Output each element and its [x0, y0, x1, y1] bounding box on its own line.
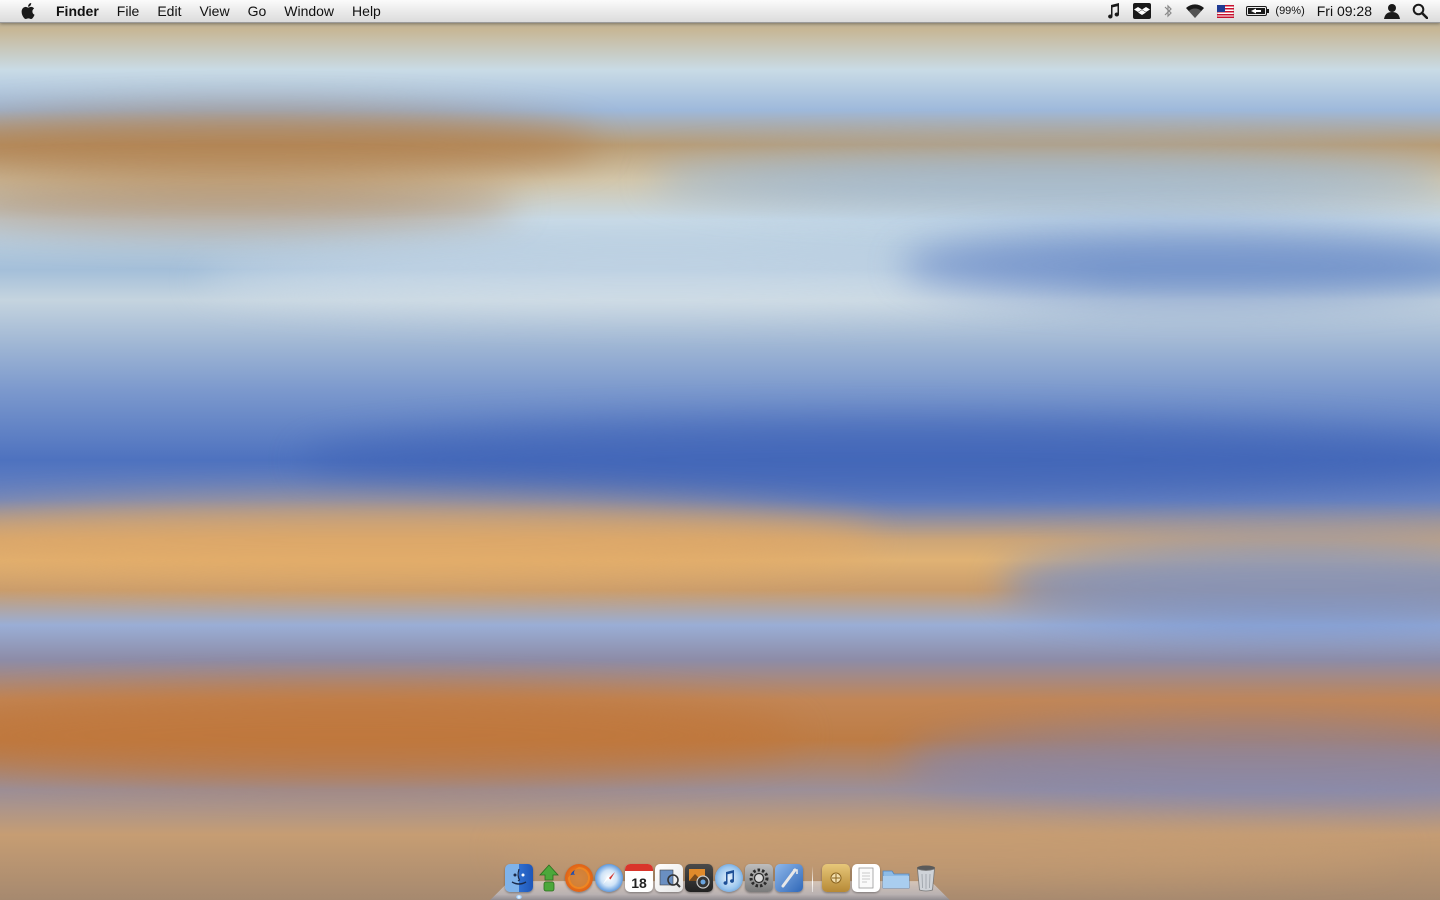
menu-file[interactable]: File	[108, 0, 149, 22]
clock-text: Fri 09:28	[1316, 3, 1372, 19]
ical-header	[625, 864, 653, 871]
menu-bar-left: Finder File Edit View Go Window Help	[0, 0, 390, 22]
bluetooth-icon	[1164, 4, 1173, 18]
trash-icon	[917, 865, 935, 892]
wifi-status-item[interactable]	[1185, 0, 1205, 22]
menu-bar-status: (99%) Fri 09:28	[1101, 0, 1434, 22]
music-note-icon	[1108, 3, 1120, 19]
clock-status-item[interactable]: Fri 09:28	[1317, 0, 1372, 22]
firefox-icon	[568, 867, 590, 889]
menu-view[interactable]: View	[190, 0, 238, 22]
dock-system-preferences[interactable]	[745, 864, 773, 892]
spotlight-status-item[interactable]	[1412, 0, 1428, 22]
xcode-icon	[781, 868, 798, 888]
dock-finder[interactable]	[505, 864, 533, 899]
wallpaper-streak	[0, 180, 520, 230]
wifi-icon	[1186, 3, 1205, 18]
dock-iphoto[interactable]	[685, 864, 713, 892]
bluetooth-status-item[interactable]	[1163, 0, 1173, 22]
wallpaper-streak	[0, 500, 880, 580]
input-source-status-item[interactable]	[1217, 0, 1235, 22]
itunes-status-item[interactable]	[1107, 0, 1121, 22]
dock-transmission[interactable]	[535, 864, 563, 892]
user-icon	[1384, 4, 1400, 19]
dock-preview[interactable]	[655, 864, 683, 892]
menu-help[interactable]: Help	[343, 0, 390, 22]
wallpaper-streak	[900, 720, 1440, 810]
battery-percent: (99%)	[1275, 5, 1305, 17]
wallpaper-streak	[0, 110, 600, 180]
documents-stack-icon	[858, 867, 874, 889]
ical-date: 18	[631, 875, 647, 891]
preview-icon	[659, 869, 681, 888]
menu-edit[interactable]: Edit	[148, 0, 190, 22]
wallpaper-streak	[1000, 540, 1440, 630]
search-icon	[1412, 3, 1428, 19]
dock-downloads-folder[interactable]	[882, 864, 910, 892]
dropbox-status-item[interactable]	[1133, 0, 1152, 22]
applications-stack-icon	[830, 872, 842, 884]
ical-icon: 18	[631, 875, 647, 891]
dock-xcode[interactable]	[775, 864, 803, 892]
dock-separator	[812, 866, 813, 892]
dock-documents-stack[interactable]	[852, 864, 880, 892]
dock-applications-stack[interactable]	[822, 864, 850, 892]
apple-icon	[21, 3, 35, 19]
menu-bar: Finder File Edit View Go Window Help (99…	[0, 0, 1440, 23]
user-status-item[interactable]	[1384, 0, 1400, 22]
system-preferences-icon	[749, 868, 769, 888]
transmission-icon	[539, 864, 559, 892]
desktop-wallpaper[interactable]: Finder File Edit View Go Window Help (99…	[0, 0, 1440, 900]
dock-ical[interactable]: 18	[625, 864, 653, 892]
dock-trash[interactable]	[912, 864, 940, 892]
safari-icon	[603, 872, 615, 884]
apple-menu[interactable]	[0, 0, 56, 22]
app-menu-finder[interactable]: Finder	[56, 0, 108, 22]
itunes-icon	[723, 870, 735, 885]
wallpaper-streak	[650, 150, 1440, 210]
dock-icons: 18	[504, 860, 941, 899]
running-indicator	[516, 895, 522, 899]
battery-status-item[interactable]: (99%)	[1246, 0, 1305, 22]
downloads-folder-icon	[882, 870, 910, 889]
us-flag-icon	[1217, 4, 1235, 18]
wallpaper-streak	[300, 420, 1440, 500]
dock-firefox[interactable]	[565, 864, 593, 892]
battery-icon	[1246, 6, 1270, 16]
dock: 18	[490, 856, 950, 900]
iphoto-icon	[689, 869, 710, 889]
dropbox-icon	[1133, 3, 1152, 19]
dock-safari[interactable]	[595, 864, 623, 892]
menu-go[interactable]: Go	[239, 0, 276, 22]
finder-icon	[511, 868, 527, 885]
dock-itunes[interactable]	[715, 864, 743, 892]
menu-window[interactable]: Window	[275, 0, 343, 22]
wallpaper-streak	[0, 690, 800, 780]
